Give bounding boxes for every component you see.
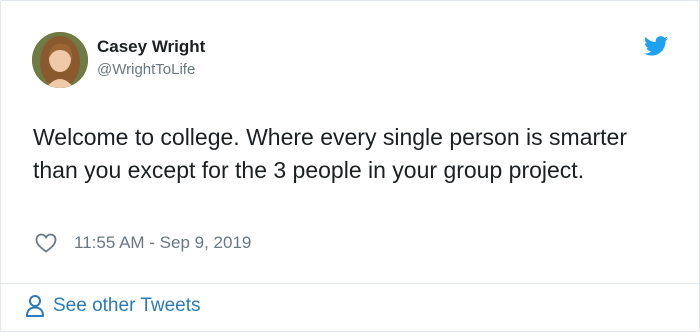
profile-photo	[32, 32, 88, 88]
author-handle[interactable]: @WrightToLife	[97, 61, 195, 79]
footer-divider	[1, 283, 699, 284]
avatar[interactable]	[32, 32, 88, 88]
tweet-timestamp[interactable]: 11:55 AM - Sep 9, 2019	[74, 233, 251, 253]
person-icon	[26, 295, 44, 317]
author-name[interactable]: Casey Wright	[97, 37, 205, 57]
see-other-tweets-link[interactable]: See other Tweets	[25, 294, 201, 318]
tweet-text: Welcome to college. Where every single p…	[33, 124, 627, 183]
heart-icon[interactable]	[35, 233, 57, 253]
tweet-meta: 11:55 AM - Sep 9, 2019	[35, 233, 251, 253]
twitter-bird-icon[interactable]	[644, 36, 668, 56]
tweet-card: Casey Wright @WrightToLife Welcome to co…	[0, 0, 700, 332]
see-other-tweets-label: See other Tweets	[53, 295, 201, 316]
